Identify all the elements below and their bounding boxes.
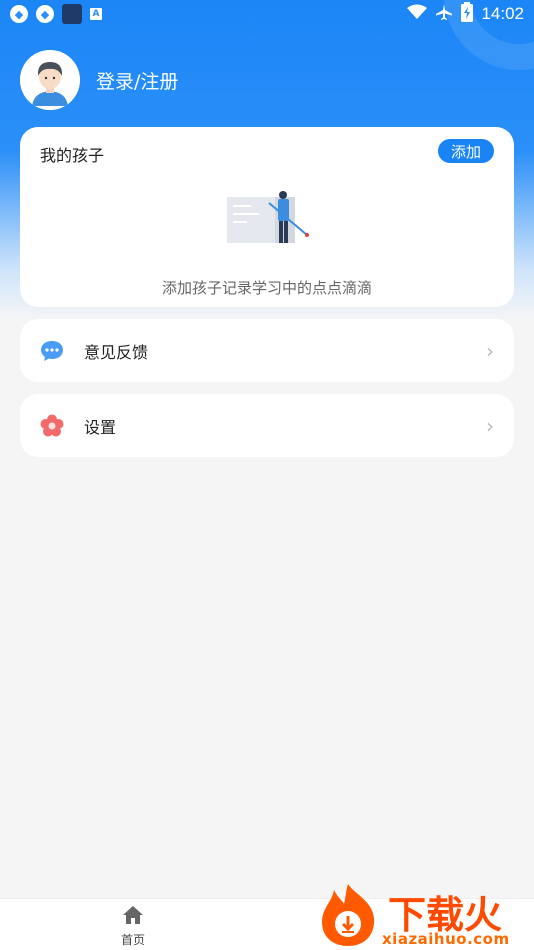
my-kids-card: 我的孩子 添加 添加孩子记录学习中的点点滴滴 [20,127,514,307]
settings-label: 设置 [84,417,117,437]
chevron-right-icon: › [486,338,494,363]
feedback-label: 意见反馈 [84,342,149,362]
nav-home-label: 首页 [120,933,145,947]
airplane-mode-icon [435,3,453,26]
card-title: 我的孩子 [40,146,105,165]
flower-settings-icon [40,414,64,438]
avatar[interactable] [20,50,80,110]
chat-bubble-icon [40,339,64,363]
app-screen: ◆ ◆ A 14:02 登录/注册 我的孩子 添加 添加孩子记录学习中的点点滴滴… [0,0,534,950]
profile-header[interactable]: 登录/注册 [20,50,178,110]
settings-menu-item[interactable]: 设置 › [20,394,514,457]
keyboard-notification-icon: A [90,8,102,20]
login-register-link[interactable]: 登录/注册 [96,67,178,94]
nav-home-tab[interactable]: 首页 [108,905,158,948]
empty-state-text: 添加孩子记录学习中的点点滴滴 [161,279,372,297]
flame-logo-icon [322,884,375,946]
app-notification-icon: ◆ [36,5,54,23]
wifi-icon [407,4,428,25]
add-child-button[interactable]: 添加 [438,139,494,163]
feedback-menu-item[interactable]: 意见反馈 › [20,319,514,382]
watermark-url: xiazaihuo.com [382,930,510,948]
chevron-right-icon: › [486,413,494,438]
watermark: 下载火 xiazaihuo.com [316,880,534,950]
home-icon [122,905,144,929]
notification-icons: ◆ ◆ A [10,4,102,24]
empty-state-illustration [225,189,315,263]
status-time: 14:02 [481,4,524,23]
status-bar: ◆ ◆ A 14:02 [0,0,534,28]
app-notification-icon: ◆ [10,5,28,23]
user-avatar-icon [20,50,80,110]
app-notification-icon [62,4,82,24]
system-icons: 14:02 [407,1,524,27]
battery-icon [461,1,474,27]
